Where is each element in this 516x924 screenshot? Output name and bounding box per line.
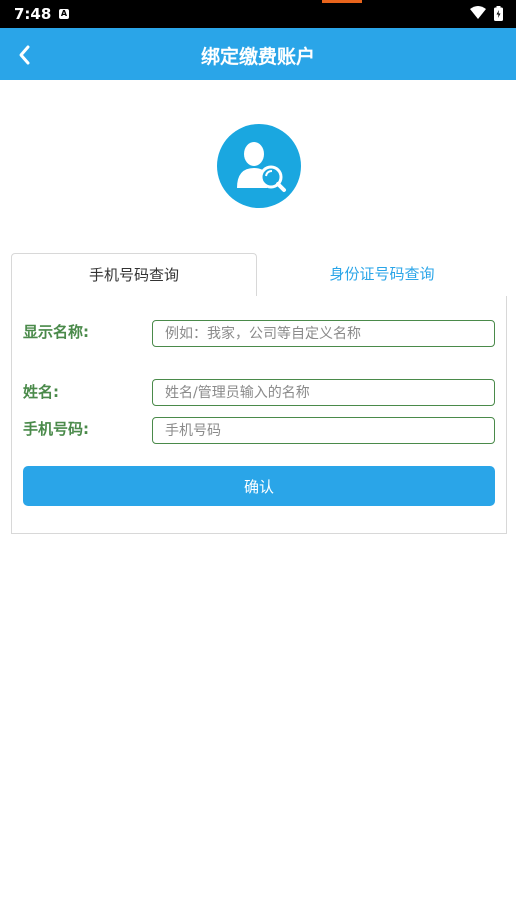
phone-label: 手机号码: (23, 420, 89, 438)
app-bar: 绑定缴费账户 (0, 28, 516, 80)
confirm-button[interactable]: 确认 (23, 466, 495, 506)
wifi-icon (470, 6, 486, 19)
status-time: 7:48 (14, 5, 52, 23)
tabs: 手机号码查询 身份证号码查询 (11, 253, 507, 298)
display-name-label: 显示名称: (23, 323, 89, 341)
page-title: 绑定缴费账户 (200, 46, 315, 68)
tab-phone-query[interactable]: 手机号码查询 (11, 253, 257, 298)
battery-icon (494, 6, 503, 21)
status-bar: 7:48 A (0, 0, 516, 28)
user-search-icon (237, 142, 286, 192)
display-name-input[interactable] (152, 320, 495, 347)
notification-icon: A (59, 9, 69, 19)
phone-input[interactable] (152, 417, 495, 444)
status-indicator (322, 0, 362, 3)
name-label: 姓名: (23, 383, 59, 401)
tab-id-query[interactable]: 身份证号码查询 (257, 253, 507, 297)
name-input[interactable] (152, 379, 495, 406)
avatar (217, 124, 301, 208)
